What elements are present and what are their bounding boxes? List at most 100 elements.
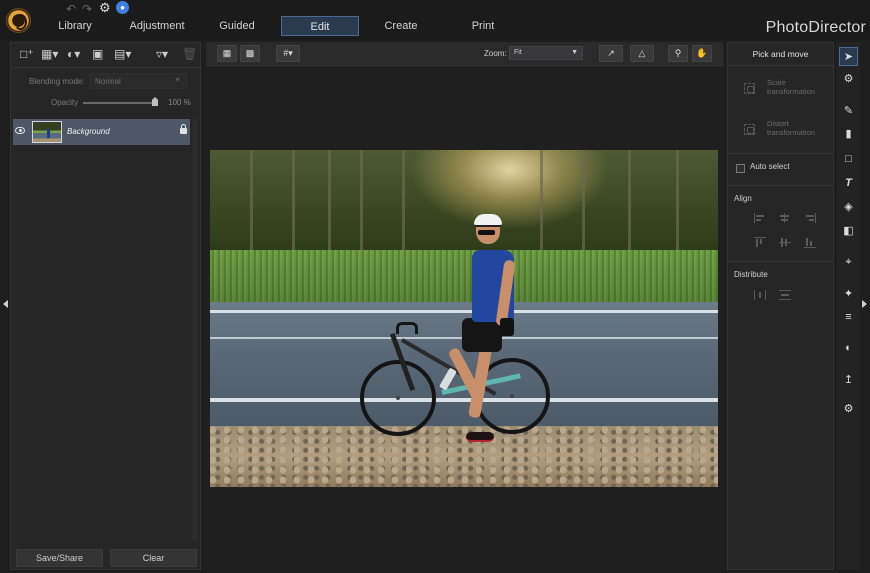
- collapse-left-panel-icon[interactable]: [3, 300, 8, 308]
- icon-part: [756, 215, 764, 217]
- hand-icon[interactable]: ✋: [692, 45, 712, 62]
- icon-part: [779, 290, 791, 291]
- distort-transformation-button[interactable]: Distort transformation: [738, 118, 830, 146]
- tab-edit[interactable]: Edit: [281, 16, 359, 36]
- tools-strip: ➤ ⚙ ✎ ▮ □ T ◈ ◧ ⌖ ✦ ≡ ◐ ↥ ⚙: [837, 42, 860, 570]
- eye-icon[interactable]: [15, 127, 25, 134]
- icon-part: [754, 290, 755, 300]
- view-image-icon[interactable]: ▦: [217, 45, 237, 62]
- mask-icon[interactable]: ▣: [92, 47, 103, 63]
- photo-bike-handlebar: [396, 322, 418, 334]
- photo-trunk: [540, 150, 543, 260]
- align-label: Align: [734, 194, 752, 203]
- icon-part: [781, 219, 788, 221]
- view-compare-icon[interactable]: ▩: [240, 45, 260, 62]
- opacity-label: Opacity: [51, 98, 79, 107]
- zoom-label: Zoom:: [484, 49, 507, 58]
- clear-button[interactable]: Clear: [110, 549, 197, 567]
- selection-brush-icon[interactable]: ⚙: [839, 70, 858, 89]
- tab-adjustment[interactable]: Adjustment: [122, 16, 192, 36]
- tab-library[interactable]: Library: [40, 16, 110, 36]
- photo-saddle-bag: [500, 318, 514, 336]
- photo-trunk: [328, 150, 331, 260]
- layers-scrollbar[interactable]: [192, 119, 198, 539]
- undo-icon[interactable]: ↶: [66, 2, 76, 16]
- align-right-icon[interactable]: [804, 213, 816, 223]
- divider: [728, 185, 833, 186]
- photo-trunk: [402, 150, 405, 260]
- distribute-vertical-icon[interactable]: [779, 290, 791, 300]
- edited-photo[interactable]: [210, 150, 718, 487]
- tab-guided[interactable]: Guided: [202, 16, 272, 36]
- align-left-icon[interactable]: [754, 213, 766, 223]
- chevron-down-icon: ▼: [174, 77, 181, 84]
- scale-transformation-label: Scale transformation: [767, 78, 815, 96]
- lock-icon[interactable]: [180, 124, 187, 134]
- icon-part: [765, 290, 766, 300]
- bell-icon[interactable]: ●: [116, 1, 129, 14]
- new-layer-icon[interactable]: □⁺: [20, 47, 34, 63]
- blending-mode-select[interactable]: Normal ▼: [89, 73, 187, 89]
- icon-part: [756, 219, 761, 221]
- adjustment-layer-icon[interactable]: ◐▾: [67, 47, 80, 63]
- pointer-icon[interactable]: ➤: [839, 47, 858, 66]
- grid-icon[interactable]: #▾: [276, 45, 300, 62]
- photo-sunlight: [410, 150, 610, 230]
- magnifier-icon[interactable]: ⚲: [668, 45, 688, 62]
- flip-icon[interactable]: △: [630, 45, 654, 62]
- distribute-label: Distribute: [734, 270, 768, 279]
- fill-bucket-icon[interactable]: ◈: [839, 198, 858, 217]
- distort-transformation-label: Distort transformation: [767, 119, 815, 137]
- icon-part: [785, 239, 787, 246]
- image-layer-icon[interactable]: ▦▾: [41, 47, 58, 63]
- tab-print[interactable]: Print: [448, 16, 518, 36]
- pick-and-move-panel: Pick and move Scale transformation Disto…: [727, 42, 834, 570]
- tab-create[interactable]: Create: [366, 16, 436, 36]
- icon-part: [806, 238, 808, 246]
- save-share-button[interactable]: Save/Share: [16, 549, 103, 567]
- distribute-horizontal-icon[interactable]: [754, 290, 766, 300]
- collapse-right-panel-icon[interactable]: [862, 300, 867, 308]
- layer-thumbnail: [32, 121, 62, 143]
- blending-mode-value: Normal: [95, 77, 121, 86]
- icon-part: [815, 213, 816, 223]
- auto-select-checkbox[interactable]: [736, 164, 745, 173]
- opacity-slider[interactable]: [83, 102, 158, 104]
- photo-road-line: [210, 398, 718, 402]
- align-center-icon[interactable]: [779, 213, 791, 223]
- redo-icon[interactable]: ↷: [82, 2, 92, 16]
- text-icon[interactable]: T: [839, 174, 858, 193]
- photo-cyclist-sunglasses: [478, 230, 495, 235]
- photo-trunk: [292, 150, 295, 260]
- settings-icon[interactable]: ⚙: [839, 400, 858, 419]
- scale-transformation-button[interactable]: Scale transformation: [738, 77, 830, 105]
- sliders-icon[interactable]: ≡: [839, 308, 858, 327]
- align-middle-icon[interactable]: [779, 237, 791, 247]
- align-bottom-icon[interactable]: [804, 237, 816, 248]
- app-logo-icon[interactable]: [6, 8, 31, 33]
- trash-icon[interactable]: 🗑: [182, 47, 197, 63]
- rectangle-icon[interactable]: □: [839, 150, 858, 169]
- brush-icon[interactable]: ✎: [839, 102, 858, 121]
- eraser-icon[interactable]: ▮: [839, 125, 858, 144]
- levels-icon[interactable]: ↥: [839, 371, 858, 390]
- contrast-icon[interactable]: ◐: [839, 339, 858, 358]
- icon-part: [810, 241, 812, 246]
- filter-icon[interactable]: ▿▾: [156, 47, 168, 63]
- gradient-icon[interactable]: ◧: [839, 222, 858, 241]
- magic-wand-icon[interactable]: ✦: [839, 285, 858, 304]
- photo-gravel: [210, 426, 718, 487]
- photo-trunk: [676, 150, 679, 260]
- opacity-slider-handle[interactable]: [152, 97, 158, 106]
- chevron-down-icon: ▼: [571, 49, 578, 56]
- align-top-icon[interactable]: [754, 237, 766, 247]
- photo-trunk: [628, 150, 631, 260]
- app-brand: PhotoDirector: [765, 19, 866, 36]
- gear-icon[interactable]: ⚙: [99, 0, 111, 16]
- zoom-select[interactable]: Fit ▼: [509, 46, 583, 60]
- icon-part: [780, 215, 789, 217]
- layer-menu-icon[interactable]: ▤▾: [114, 47, 131, 63]
- export-icon[interactable]: ↗: [599, 45, 623, 62]
- layer-row[interactable]: Background: [13, 119, 190, 145]
- crop-icon[interactable]: ⌖: [839, 253, 858, 272]
